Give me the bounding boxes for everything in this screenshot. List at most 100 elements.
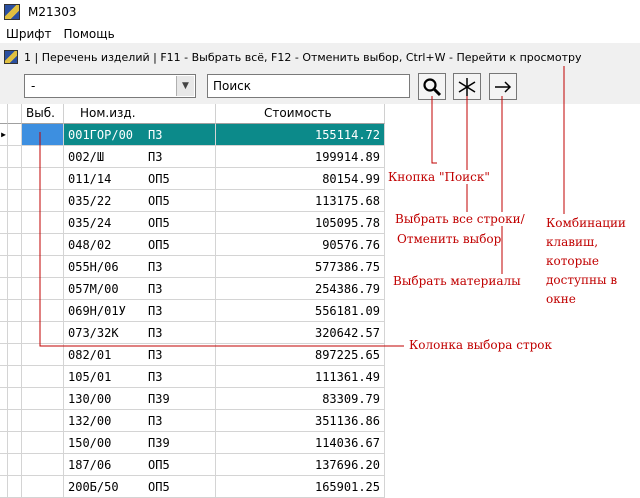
select-cell[interactable] bbox=[22, 278, 64, 300]
row-indicator bbox=[0, 366, 8, 388]
cost-cell[interactable]: 80154.99 bbox=[216, 168, 385, 190]
cost-cell[interactable]: 111361.49 bbox=[216, 366, 385, 388]
table-row[interactable]: 002/Ш ПЗ 199914.89 bbox=[0, 146, 640, 168]
item-type: ОП5 bbox=[148, 480, 170, 494]
number-cell[interactable]: 105/01 ПЗ bbox=[64, 366, 216, 388]
select-cell[interactable] bbox=[22, 410, 64, 432]
menu-help[interactable]: Помощь bbox=[58, 27, 121, 41]
item-number: 001ГОР/00 bbox=[68, 128, 134, 142]
select-cell[interactable] bbox=[22, 366, 64, 388]
column-header-select[interactable]: Выб. bbox=[22, 104, 64, 124]
select-cell[interactable] bbox=[22, 388, 64, 410]
row-indicator bbox=[0, 212, 8, 234]
select-cell[interactable] bbox=[22, 256, 64, 278]
number-cell[interactable]: 002/Ш ПЗ bbox=[64, 146, 216, 168]
search-input[interactable]: Поиск bbox=[207, 74, 410, 98]
column-header-number[interactable]: Ном.изд. bbox=[64, 104, 216, 124]
item-number: 187/06 bbox=[68, 458, 112, 472]
table-row[interactable]: 035/22 ОП5 113175.68 bbox=[0, 190, 640, 212]
number-cell[interactable]: 200Б/50 ОП5 bbox=[64, 476, 216, 498]
number-cell[interactable]: 055Н/06 ПЗ bbox=[64, 256, 216, 278]
select-cell[interactable] bbox=[22, 212, 64, 234]
table-row[interactable]: 105/01 ПЗ 111361.49 bbox=[0, 366, 640, 388]
cost-cell[interactable]: 254386.79 bbox=[216, 278, 385, 300]
cost-cell[interactable]: 199914.89 bbox=[216, 146, 385, 168]
item-type: ОП5 bbox=[148, 458, 170, 472]
number-cell[interactable]: 057М/00 ПЗ bbox=[64, 278, 216, 300]
table-row[interactable]: 035/24 ОП5 105095.78 bbox=[0, 212, 640, 234]
cost-cell[interactable]: 155114.72 bbox=[216, 124, 385, 146]
cost-cell[interactable]: 113175.68 bbox=[216, 190, 385, 212]
item-type: ПЗ bbox=[148, 150, 163, 164]
select-all-button[interactable] bbox=[453, 73, 481, 100]
number-cell[interactable]: 011/14 ОП5 bbox=[64, 168, 216, 190]
cost-cell[interactable]: 137696.20 bbox=[216, 454, 385, 476]
menu-font[interactable]: Шрифт bbox=[0, 27, 58, 41]
table-row[interactable]: 057М/00 ПЗ 254386.79 bbox=[0, 278, 640, 300]
item-number: 002/Ш bbox=[68, 150, 105, 164]
annotation-select-column: Колонка выбора строк bbox=[409, 338, 552, 352]
select-cell[interactable] bbox=[22, 344, 64, 366]
filter-combobox[interactable]: - ▼ bbox=[24, 74, 196, 98]
number-cell[interactable]: 130/00 ПЗ9 bbox=[64, 388, 216, 410]
cost-cell[interactable]: 351136.86 bbox=[216, 410, 385, 432]
number-cell[interactable]: 073/32К ПЗ bbox=[64, 322, 216, 344]
cost-cell[interactable]: 114036.67 bbox=[216, 432, 385, 454]
row-indicator bbox=[0, 410, 8, 432]
number-cell[interactable]: 048/02 ОП5 bbox=[64, 234, 216, 256]
cost-cell[interactable]: 577386.75 bbox=[216, 256, 385, 278]
table-row[interactable]: 011/14 ОП5 80154.99 bbox=[0, 168, 640, 190]
item-type: ПЗ bbox=[148, 326, 163, 340]
row-header-cell bbox=[8, 322, 22, 344]
select-cell[interactable] bbox=[22, 300, 64, 322]
row-indicator bbox=[0, 146, 8, 168]
table-row[interactable]: 130/00 ПЗ9 83309.79 bbox=[0, 388, 640, 410]
select-cell[interactable] bbox=[22, 146, 64, 168]
row-indicator bbox=[0, 300, 8, 322]
table-row[interactable]: 187/06 ОП5 137696.20 bbox=[0, 454, 640, 476]
table-row[interactable]: 150/00 ПЗ9 114036.67 bbox=[0, 432, 640, 454]
select-cell[interactable] bbox=[22, 190, 64, 212]
select-cell[interactable] bbox=[22, 234, 64, 256]
table-row[interactable]: ▶ 001ГОР/00 ПЗ 155114.72 bbox=[0, 124, 640, 146]
table-row[interactable]: 132/00 ПЗ 351136.86 bbox=[0, 410, 640, 432]
select-cell[interactable] bbox=[22, 454, 64, 476]
select-cell[interactable] bbox=[22, 168, 64, 190]
select-cell[interactable] bbox=[22, 124, 64, 146]
select-cell[interactable] bbox=[22, 476, 64, 498]
select-materials-button[interactable] bbox=[489, 73, 517, 100]
row-indicator bbox=[0, 168, 8, 190]
row-header-cell bbox=[8, 256, 22, 278]
cost-cell[interactable]: 105095.78 bbox=[216, 212, 385, 234]
table-row[interactable]: 200Б/50 ОП5 165901.25 bbox=[0, 476, 640, 498]
table-row[interactable]: 055Н/06 ПЗ 577386.75 bbox=[0, 256, 640, 278]
number-cell[interactable]: 132/00 ПЗ bbox=[64, 410, 216, 432]
title-bar: M21303 bbox=[0, 0, 640, 24]
number-cell[interactable]: 082/01 ПЗ bbox=[64, 344, 216, 366]
number-cell[interactable]: 150/00 ПЗ9 bbox=[64, 432, 216, 454]
select-cell[interactable] bbox=[22, 432, 64, 454]
number-cell[interactable]: 035/22 ОП5 bbox=[64, 190, 216, 212]
column-header-cost[interactable]: Стоимость bbox=[216, 104, 385, 124]
row-header-cell bbox=[8, 454, 22, 476]
item-number: 082/01 bbox=[68, 348, 112, 362]
cost-cell[interactable]: 320642.57 bbox=[216, 322, 385, 344]
number-cell[interactable]: 187/06 ОП5 bbox=[64, 454, 216, 476]
cost-cell[interactable]: 897225.65 bbox=[216, 344, 385, 366]
chevron-down-icon[interactable]: ▼ bbox=[176, 76, 194, 96]
cost-cell[interactable]: 165901.25 bbox=[216, 476, 385, 498]
select-cell[interactable] bbox=[22, 322, 64, 344]
cost-cell[interactable]: 90576.76 bbox=[216, 234, 385, 256]
row-header-cell bbox=[8, 388, 22, 410]
row-header-cell bbox=[8, 410, 22, 432]
number-cell[interactable]: 069Н/01У ПЗ bbox=[64, 300, 216, 322]
row-header-cell bbox=[8, 476, 22, 498]
cost-cell[interactable]: 83309.79 bbox=[216, 388, 385, 410]
arrow-right-icon bbox=[495, 80, 512, 93]
number-cell[interactable]: 035/24 ОП5 bbox=[64, 212, 216, 234]
table-row[interactable]: 048/02 ОП5 90576.76 bbox=[0, 234, 640, 256]
table-row[interactable]: 069Н/01У ПЗ 556181.09 bbox=[0, 300, 640, 322]
number-cell[interactable]: 001ГОР/00 ПЗ bbox=[64, 124, 216, 146]
cost-cell[interactable]: 556181.09 bbox=[216, 300, 385, 322]
search-button[interactable] bbox=[418, 73, 446, 100]
